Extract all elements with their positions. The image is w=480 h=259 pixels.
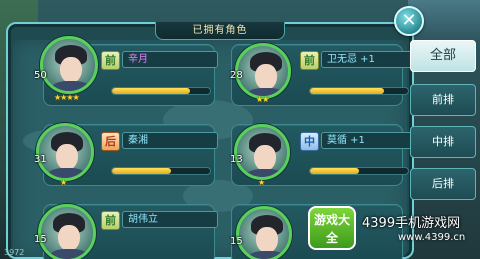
position-badge: 前 xyxy=(101,51,120,70)
character-avatar[interactable] xyxy=(40,36,98,94)
character-level: 15 xyxy=(34,234,47,245)
watermark-brand: 4399手机游戏网 xyxy=(362,216,461,231)
character-avatar[interactable] xyxy=(36,123,94,181)
position-badge: 中 xyxy=(300,132,319,151)
position-badge: 后 xyxy=(101,132,120,151)
close-button[interactable]: ✕ xyxy=(394,6,424,36)
exp-fill xyxy=(310,88,384,94)
character-avatar[interactable] xyxy=(235,43,291,99)
character-name: 卫无忌 +1 xyxy=(321,51,417,68)
panel-title: 已拥有角色 xyxy=(155,22,285,40)
tab-front[interactable]: 前排 xyxy=(410,84,476,116)
character-name: 胡伟立 xyxy=(122,211,218,228)
character-level: 13 xyxy=(230,154,243,165)
position-badge: 前 xyxy=(101,211,120,230)
character-avatar[interactable] xyxy=(234,124,290,180)
character-level: 50 xyxy=(34,70,47,81)
character-level: 28 xyxy=(230,70,243,81)
tab-all[interactable]: 全部 xyxy=(410,40,476,72)
exp-fill xyxy=(310,168,359,174)
watermark-url: www.4399.cn xyxy=(398,232,466,243)
character-stars: ★★★★ xyxy=(54,93,80,102)
character-name: 辛月 xyxy=(122,51,218,68)
character-avatar[interactable] xyxy=(236,206,292,259)
exp-bar xyxy=(309,167,409,175)
character-avatar[interactable] xyxy=(38,204,96,259)
character-level: 15 xyxy=(230,236,243,247)
close-icon: ✕ xyxy=(401,10,417,31)
character-level: 31 xyxy=(34,154,47,165)
exp-fill xyxy=(112,88,191,94)
character-stars: ★ xyxy=(258,178,265,187)
watermark-logo: 游戏大全 xyxy=(308,206,356,250)
character-name: 秦湘 xyxy=(122,132,218,149)
character-name: 莫循 +1 xyxy=(321,132,417,149)
exp-bar xyxy=(309,87,409,95)
tab-middle[interactable]: 中排 xyxy=(410,126,476,158)
footer-number: 3972 xyxy=(4,248,25,257)
exp-bar xyxy=(111,167,211,175)
character-stars: ★★ xyxy=(256,95,269,104)
position-badge: 前 xyxy=(300,51,319,70)
exp-fill xyxy=(112,168,171,174)
exp-bar xyxy=(111,87,211,95)
tab-back[interactable]: 后排 xyxy=(410,168,476,200)
character-stars: ★ xyxy=(60,178,67,187)
